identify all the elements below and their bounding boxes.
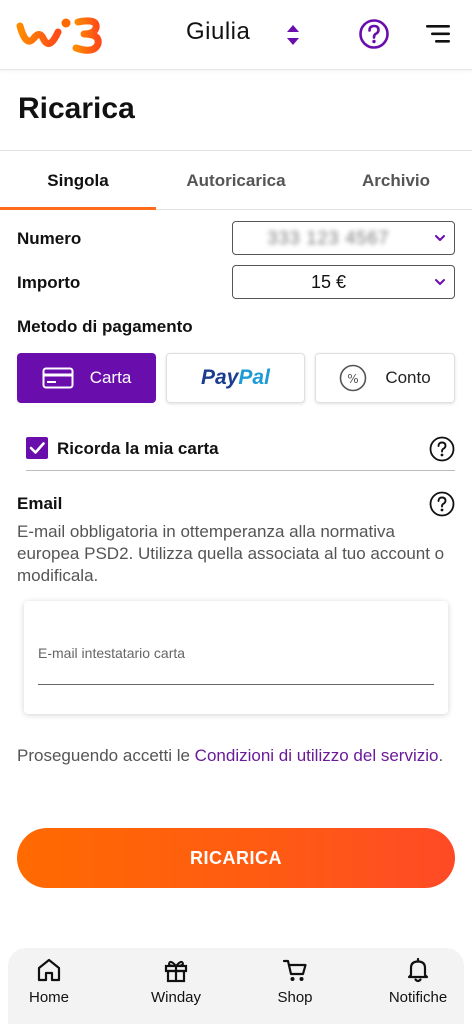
importo-select[interactable]: 15 €	[232, 265, 455, 299]
terms-text: Proseguendo accetti le Condizioni di uti…	[17, 745, 457, 767]
tab-archivio[interactable]: Archivio	[316, 152, 472, 210]
help-icon[interactable]	[429, 436, 455, 462]
gift-icon	[164, 960, 188, 983]
payment-option-carta-label: Carta	[89, 368, 132, 387]
terms-prefix: Proseguendo accetti le	[17, 746, 195, 765]
nav-label-notifiche: Notifiche	[388, 989, 448, 1006]
bottom-nav: Home Winday Shop Notifiche	[8, 948, 464, 1024]
email-description: E-mail obbligatoria in ottemperanza alla…	[17, 522, 445, 585]
terms-link[interactable]: Condizioni di utilizzo del servizio	[195, 746, 439, 765]
ricarica-button[interactable]: RICARICA	[17, 828, 455, 888]
cart-icon	[282, 959, 307, 981]
bell-icon	[407, 957, 429, 983]
help-icon[interactable]	[429, 491, 455, 517]
payment-option-conto-label: Conto	[385, 368, 431, 387]
numero-value: 333 123 4567	[267, 227, 390, 248]
home-icon	[37, 958, 61, 982]
numero-select[interactable]: 333 123 4567	[232, 221, 455, 255]
nav-item-shop[interactable]: Shop	[264, 948, 326, 1024]
email-title: Email	[17, 494, 63, 513]
user-name: Giulia	[186, 18, 251, 45]
credit-card-icon	[42, 367, 74, 389]
email-card	[24, 601, 448, 714]
menu-icon[interactable]	[424, 22, 452, 46]
chevron-down-icon	[435, 279, 445, 285]
tab-bar: Singola Autoricarica Archivio	[0, 152, 472, 210]
nav-item-home[interactable]: Home	[16, 948, 82, 1024]
numero-label: Numero	[17, 229, 82, 248]
nav-label-winday: Winday	[150, 989, 202, 1006]
nav-label-home: Home	[28, 989, 69, 1006]
tab-singola[interactable]: Singola	[0, 152, 156, 210]
user-switch[interactable]: Giulia	[186, 18, 250, 46]
remember-card-label: Ricorda la mia carta	[57, 439, 219, 458]
payment-method-label: Metodo di pagamento	[17, 317, 193, 336]
importo-value: 15 €	[310, 271, 347, 292]
terms-suffix: .	[438, 746, 444, 765]
payment-option-conto[interactable]: % Conto	[315, 353, 455, 403]
paypal-logo: PayPal	[201, 366, 270, 389]
svg-text:%: %	[348, 372, 359, 386]
percent-icon: %	[340, 364, 367, 392]
up-down-chevron-icon[interactable]	[284, 22, 302, 48]
top-bar: Giulia	[0, 0, 472, 70]
nav-label-shop: Shop	[277, 989, 313, 1006]
remember-card-checkbox[interactable]	[26, 437, 48, 459]
email-input[interactable]	[38, 615, 434, 685]
payment-option-paypal[interactable]: PayPal	[166, 353, 305, 403]
tab-autoricarica[interactable]: Autoricarica	[156, 152, 316, 210]
title-divider	[0, 150, 472, 151]
page-title: Ricarica	[18, 92, 135, 125]
nav-item-notifiche[interactable]: Notifiche	[378, 948, 458, 1024]
help-icon[interactable]	[358, 18, 390, 50]
checkmark-icon	[29, 442, 45, 454]
remember-card-row: Ricorda la mia carta	[26, 437, 455, 471]
active-tab-indicator	[0, 207, 156, 210]
chevron-down-icon	[435, 235, 445, 241]
nav-item-winday[interactable]: Winday	[141, 948, 211, 1024]
windtre-logo-icon[interactable]	[16, 14, 106, 54]
payment-option-carta[interactable]: Carta	[17, 353, 156, 403]
importo-label: Importo	[17, 273, 81, 292]
